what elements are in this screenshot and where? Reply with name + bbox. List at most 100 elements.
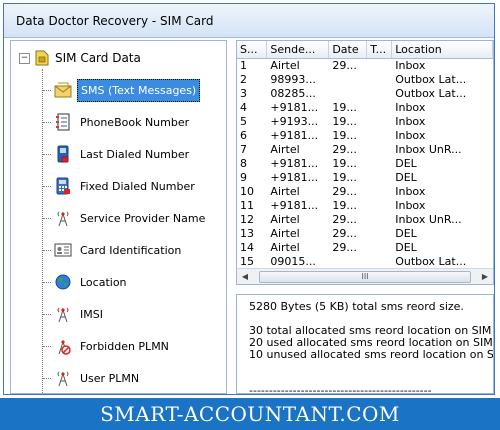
table-row[interactable]: 10 Airtel 29... Inbox xyxy=(237,185,493,199)
table-cell: 29... xyxy=(332,185,357,198)
table-row[interactable]: 14 Airtel 29... DEL xyxy=(237,241,493,255)
globe-icon xyxy=(53,272,73,292)
tree-item-imsi[interactable]: IMSI xyxy=(43,303,106,325)
table-cell xyxy=(367,115,392,129)
tree-item-location[interactable]: Location xyxy=(43,271,130,293)
table-cell: Outbox Lat... xyxy=(395,255,467,268)
table-cell: 29... xyxy=(332,59,357,72)
tree-item-forbidden-plmn[interactable]: Forbidden PLMN xyxy=(43,335,172,357)
table-cell: 15 xyxy=(240,255,254,268)
table-cell: Airtel xyxy=(270,227,300,240)
tree-item-user-plmn[interactable]: User PLMN xyxy=(43,367,142,389)
table-cell xyxy=(329,73,367,87)
table-cell: 29... xyxy=(332,227,357,240)
collapse-toggle-icon[interactable]: − xyxy=(19,52,30,64)
sim-data-tree[interactable]: − SIM Card Data SMS (Text Messages) Phon… xyxy=(10,40,227,394)
table-cell: Airtel xyxy=(270,241,300,254)
table-row[interactable]: 8 +9181... 19... DEL xyxy=(237,157,493,171)
table-cell: 08285... xyxy=(270,87,316,100)
sim-card-icon xyxy=(35,50,49,66)
table-cell: Inbox UnR... xyxy=(395,143,462,156)
title-bar[interactable]: Data Doctor Recovery - SIM Card xyxy=(4,4,494,38)
table-cell: 29... xyxy=(332,241,357,254)
table-row[interactable]: 5 +9193... 19... Inbox xyxy=(237,115,493,129)
table-row[interactable]: 12 Airtel 29... Inbox UnR... xyxy=(237,213,493,227)
keypad-phone-icon xyxy=(53,176,73,196)
column-header-time[interactable]: T... xyxy=(366,41,393,59)
tree-item-label: User PLMN xyxy=(80,371,140,385)
table-cell xyxy=(367,59,392,74)
tree-item-label: IMSI xyxy=(80,307,103,321)
table-cell: Inbox xyxy=(395,115,426,128)
website-banner: SMART-ACCOUNTANT.COM xyxy=(0,398,500,430)
table-cell: Outbox Lat... xyxy=(395,73,467,86)
table-row[interactable]: 7 Airtel 29... Inbox UnR... xyxy=(237,143,493,157)
column-header-sender[interactable]: Sende... xyxy=(266,41,330,59)
tree-item-label: Last Dialed Number xyxy=(80,147,190,161)
table-cell: +9181... xyxy=(270,101,319,114)
table-cell xyxy=(367,171,392,185)
antenna-icon xyxy=(53,304,73,324)
scroll-left-icon[interactable]: ◀ xyxy=(239,271,251,282)
summary-text-pane[interactable]: 5280 Bytes (5 KB) total sms reord size. … xyxy=(236,294,494,394)
table-cell: Inbox xyxy=(395,199,426,212)
tree-root-sim-card-data[interactable]: − SIM Card Data xyxy=(19,49,141,67)
table-cell: +9181... xyxy=(270,171,319,184)
table-row[interactable]: 2 98993... Outbox Lat... xyxy=(237,73,493,87)
tree-item-label: Location xyxy=(80,275,127,289)
antenna-icon xyxy=(53,368,73,388)
phonebook-icon xyxy=(53,112,73,132)
table-row[interactable]: 13 Airtel 29... DEL xyxy=(237,227,493,241)
column-header-location[interactable]: Location xyxy=(391,41,493,59)
table-row[interactable]: 9 +9181... 19... DEL xyxy=(237,171,493,185)
table-cell: 5 xyxy=(240,115,247,128)
table-cell: 19... xyxy=(332,101,357,114)
summary-line: 10 unused allocated sms reord location o… xyxy=(249,348,494,361)
table-cell: 19... xyxy=(332,129,357,142)
table-cell xyxy=(367,157,392,171)
banner-text: SMART-ACCOUNTANT.COM xyxy=(100,402,400,426)
scrollbar-thumb[interactable]: III xyxy=(259,271,471,283)
table-row[interactable]: 15 09015... Outbox Lat... xyxy=(237,255,493,269)
table-cell: 19... xyxy=(332,157,357,170)
table-cell xyxy=(367,143,392,157)
antenna-icon xyxy=(53,208,73,228)
app-window: Data Doctor Recovery - SIM Card − SIM Ca… xyxy=(3,3,495,395)
scroll-right-icon[interactable]: ▶ xyxy=(479,271,491,282)
table-cell xyxy=(329,255,367,269)
tree-item-sms[interactable]: SMS (Text Messages) xyxy=(43,78,201,102)
tree-item-label: PhoneBook Number xyxy=(80,115,190,129)
table-cell: Airtel xyxy=(270,185,300,198)
table-cell: 12 xyxy=(240,213,254,226)
horizontal-scrollbar[interactable]: ◀ III ▶ xyxy=(237,268,493,284)
summary-line: 5280 Bytes (5 KB) total sms reord size. xyxy=(249,300,464,313)
tree-item-label: Service Provider Name xyxy=(80,211,206,225)
table-row[interactable]: 3 08285... Outbox Lat... xyxy=(237,87,493,101)
table-row[interactable]: 1 Airtel 29... Inbox xyxy=(237,59,493,74)
summary-line: ----------------------------------------… xyxy=(249,384,432,394)
table-cell: 7 xyxy=(240,143,247,156)
table-cell: Inbox xyxy=(395,101,426,114)
table-cell xyxy=(367,213,392,227)
envelope-icon xyxy=(53,80,73,100)
table-cell: 13 xyxy=(240,227,254,240)
table-cell: +9181... xyxy=(270,129,319,142)
column-header-date[interactable]: Date xyxy=(328,41,368,59)
tree-root-label: SIM Card Data xyxy=(55,51,141,65)
tree-item-service-provider[interactable]: Service Provider Name xyxy=(43,207,208,229)
table-row[interactable]: 6 +9181... 19... Inbox xyxy=(237,129,493,143)
tree-item-last-dialed[interactable]: Last Dialed Number xyxy=(43,143,192,165)
column-header-serial[interactable]: S... xyxy=(237,41,268,59)
table-cell: 6 xyxy=(240,129,247,142)
tree-item-fixed-dialed[interactable]: Fixed Dialed Number xyxy=(43,175,198,197)
table-header-row: S... Sende... Date T... Location xyxy=(237,41,493,59)
table-cell: 19... xyxy=(332,115,357,128)
sms-table[interactable]: S... Sende... Date T... Location 1 Airtel… xyxy=(236,40,494,285)
table-cell xyxy=(367,255,392,269)
table-cell: Inbox xyxy=(395,185,426,198)
table-row[interactable]: 11 +9181... 19... Inbox xyxy=(237,199,493,213)
tree-item-card-identification[interactable]: Card Identification xyxy=(43,239,184,261)
tree-item-phonebook[interactable]: PhoneBook Number xyxy=(43,111,192,133)
table-row[interactable]: 4 +9181... 19... Inbox xyxy=(237,101,493,115)
tree-item-label: SMS (Text Messages) xyxy=(77,78,201,102)
